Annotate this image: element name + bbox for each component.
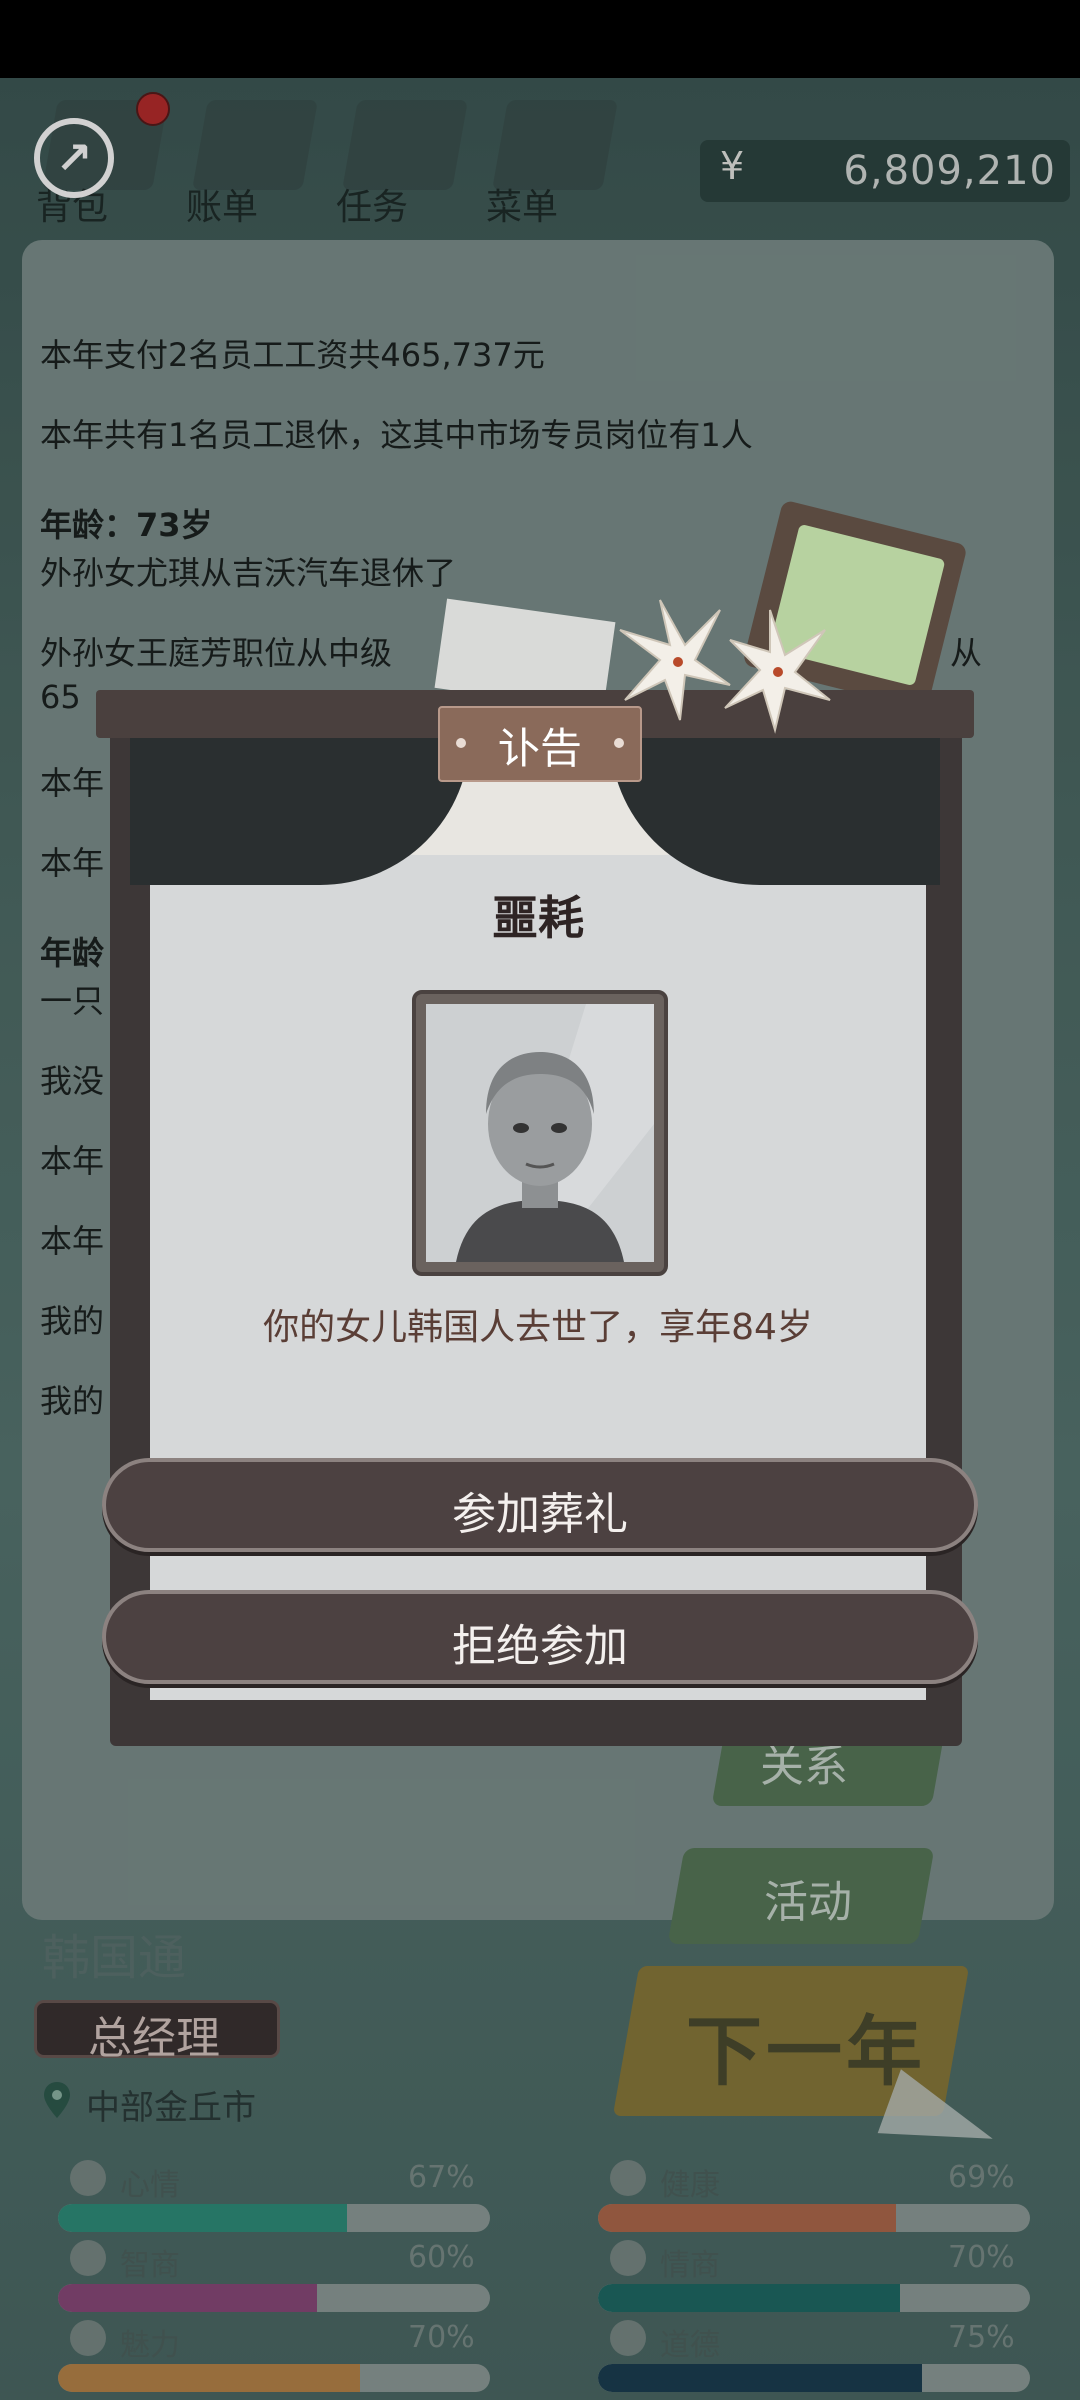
- portrait-figure-icon: [426, 1004, 654, 1262]
- attend-funeral-label: 参加葬礼: [452, 1489, 628, 1540]
- status-bar: [0, 0, 1080, 78]
- dialog-message: 你的女儿韩国人去世了，享年84岁: [263, 1307, 813, 1348]
- dialog-heading: 噩耗: [492, 891, 584, 945]
- dialog-title: 讣告: [497, 724, 582, 773]
- decline-funeral-label: 拒绝参加: [452, 1621, 628, 1672]
- deceased-portrait: [426, 1004, 654, 1262]
